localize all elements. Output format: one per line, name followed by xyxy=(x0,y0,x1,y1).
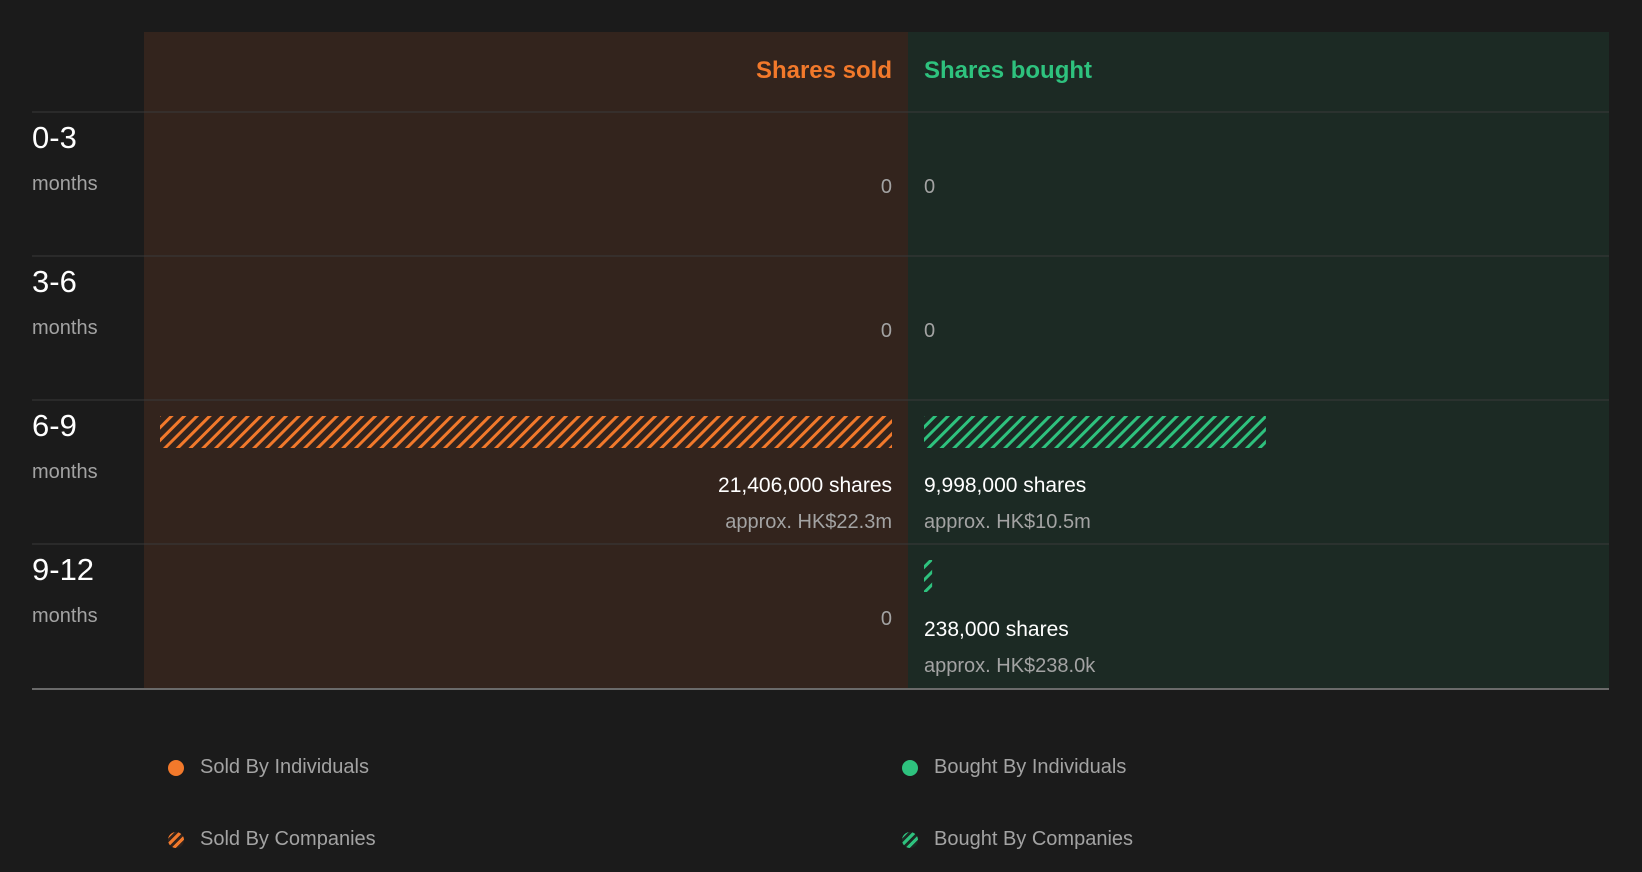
bought-bar xyxy=(924,416,1266,448)
legend-swatch-bought-individuals xyxy=(902,759,918,776)
legend-label: Sold By Individuals xyxy=(200,756,369,778)
legend-swatch-sold-individuals xyxy=(168,759,184,776)
row-unit-label: months xyxy=(32,461,98,483)
legend-label: Bought By Individuals xyxy=(934,756,1127,778)
bought-shares-label: 9,998,000 shares xyxy=(924,474,1086,497)
sold-zero-label: 0 xyxy=(881,320,892,342)
legend-label: Sold By Companies xyxy=(200,828,376,850)
shares-bought-header: Shares bought xyxy=(924,57,1092,84)
shares-bought-panel xyxy=(908,32,1609,688)
bought-shares-label: 238,000 shares xyxy=(924,618,1069,641)
row-period-label: 0-3 xyxy=(32,120,77,155)
bought-zero-label: 0 xyxy=(924,320,935,342)
row-unit-label: months xyxy=(32,605,98,627)
row-period-label: 9-12 xyxy=(32,552,94,587)
bought-value-label: approx. HK$10.5m xyxy=(924,511,1091,533)
bought-value-label: approx. HK$238.0k xyxy=(924,655,1096,677)
insider-trading-chart: Shares sold Shares bought 0-3 months 0 0 3-6 mo… xyxy=(32,32,1609,690)
legend-swatch-bought-companies xyxy=(902,831,918,848)
sold-shares-label: 21,406,000 shares xyxy=(718,474,892,497)
row-unit-label: months xyxy=(32,173,98,195)
legend-item-bought-companies[interactable]: Bought By Companies xyxy=(902,828,1133,851)
row-unit-label: months xyxy=(32,317,98,339)
chart-legend: Sold By Individuals Sold By Companies Bo… xyxy=(0,700,1642,872)
sold-zero-label: 0 xyxy=(881,176,892,198)
row-period-label: 6-9 xyxy=(32,408,77,443)
legend-item-bought-individuals[interactable]: Bought By Individuals xyxy=(902,756,1126,779)
legend-swatch-sold-companies xyxy=(168,831,184,848)
shares-sold-panel xyxy=(144,32,908,688)
legend-item-sold-companies[interactable]: Sold By Companies xyxy=(168,828,376,851)
legend-item-sold-individuals[interactable]: Sold By Individuals xyxy=(168,756,369,779)
bought-zero-label: 0 xyxy=(924,176,935,198)
sold-value-label: approx. HK$22.3m xyxy=(725,511,892,533)
sold-zero-label: 0 xyxy=(881,608,892,630)
row-period-label: 3-6 xyxy=(32,264,77,299)
shares-sold-header: Shares sold xyxy=(756,57,892,84)
bought-bar xyxy=(924,560,933,592)
sold-bar xyxy=(160,416,892,448)
legend-label: Bought By Companies xyxy=(934,828,1134,850)
